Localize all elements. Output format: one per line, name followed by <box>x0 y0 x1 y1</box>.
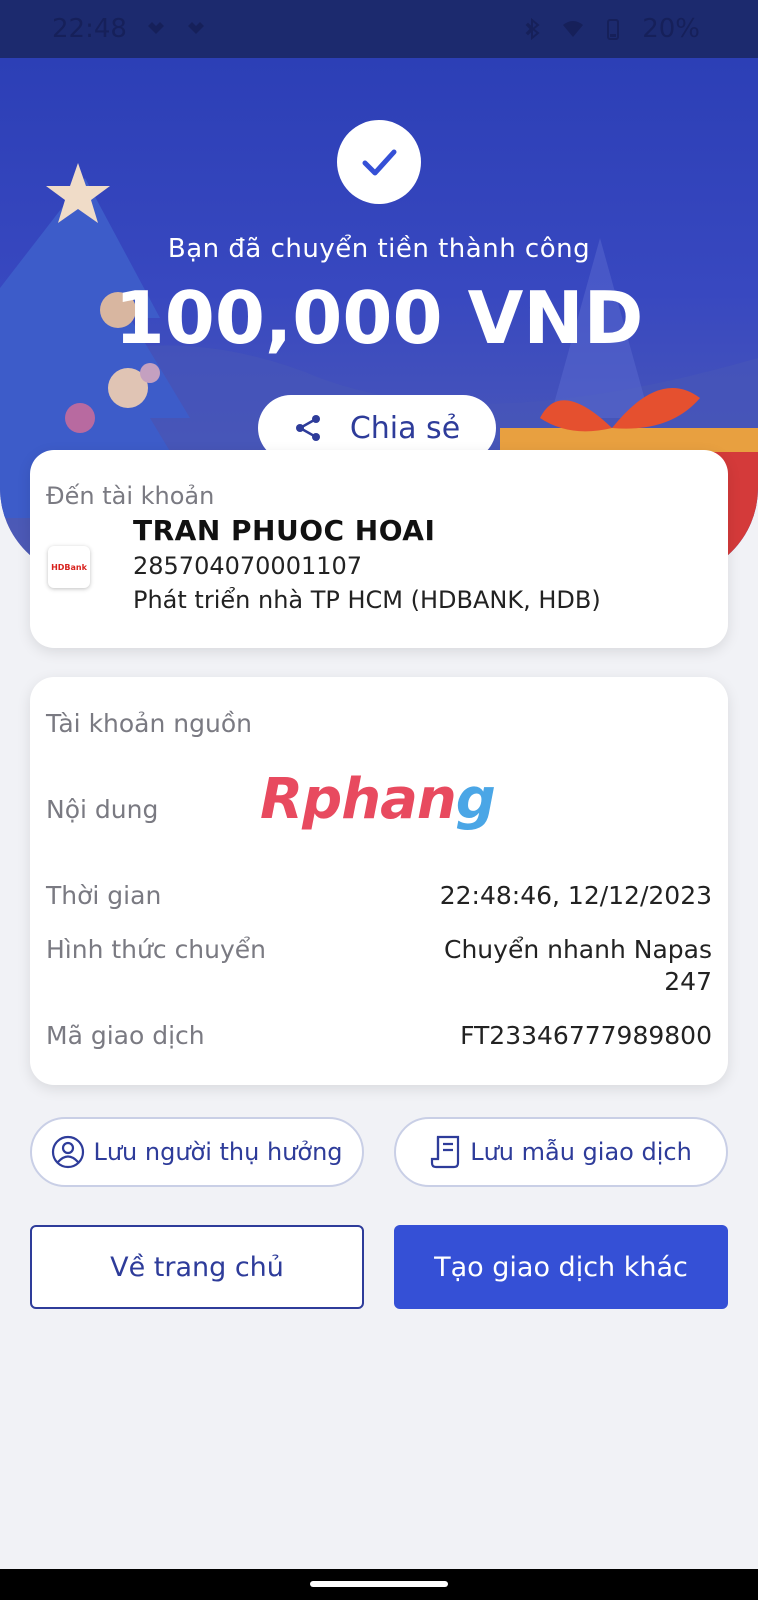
transaction-details-card: Tài khoản nguồn Nội dung Rphang Thời gia… <box>30 677 728 1085</box>
system-nav-bar <box>0 1569 758 1600</box>
save-template-label: Lưu mẫu giao dịch <box>470 1138 692 1166</box>
battery-level: 20% <box>642 14 700 44</box>
battery-icon <box>607 19 620 40</box>
new-transaction-button[interactable]: Tạo giao dịch khác <box>394 1225 728 1309</box>
recipient-card: Đến tài khoản HDBank TRAN PHUOC HOAI 285… <box>30 450 728 648</box>
status-bar: 22:48 20% <box>0 0 758 58</box>
method-value-line2: 247 <box>664 967 712 996</box>
success-check-icon <box>337 120 421 204</box>
transaction-id-label: Mã giao dịch <box>46 1021 205 1050</box>
notification-icon-2 <box>187 22 204 34</box>
watermark-text-1: Rphan <box>260 767 457 832</box>
time-label: Thời gian <box>46 881 162 910</box>
status-time: 22:48 <box>52 14 127 44</box>
bluetooth-icon <box>525 18 540 40</box>
recipient-account: 285704070001107 <box>133 552 363 580</box>
content-label: Nội dung <box>46 795 159 824</box>
receipt-icon <box>431 1135 460 1169</box>
share-label: Chia sẻ <box>349 410 461 446</box>
recipient-bank: Phát triển nhà TP HCM (HDBANK, HDB) <box>133 586 601 614</box>
transfer-amount: 100,000 VND <box>114 276 644 360</box>
recipient-label: Đến tài khoản <box>46 482 215 510</box>
home-button[interactable]: Về trang chủ <box>30 1225 364 1309</box>
save-payee-label: Lưu người thụ hưởng <box>93 1138 343 1166</box>
save-template-button[interactable]: Lưu mẫu giao dịch <box>394 1117 728 1187</box>
source-account-label: Tài khoản nguồn <box>46 709 252 738</box>
notification-icon <box>147 22 164 34</box>
method-label: Hình thức chuyển <box>46 935 267 964</box>
success-message: Bạn đã chuyển tiền thành công <box>167 234 591 264</box>
time-value: 22:48:46, 12/12/2023 <box>439 881 712 910</box>
method-value-line1: Chuyển nhanh Napas <box>444 935 712 964</box>
watermark: Rphang <box>260 767 496 832</box>
recipient-name: TRAN PHUOC HOAI <box>133 514 436 547</box>
wifi-icon <box>563 21 584 37</box>
watermark-text-2: g <box>455 767 496 832</box>
transaction-id-value: FT23346777989800 <box>460 1021 712 1050</box>
user-icon <box>52 1135 85 1169</box>
save-payee-button[interactable]: Lưu người thụ hưởng <box>30 1117 364 1187</box>
share-icon <box>295 415 320 441</box>
bank-logo: HDBank <box>48 546 90 588</box>
home-gesture-handle[interactable] <box>310 1581 448 1587</box>
